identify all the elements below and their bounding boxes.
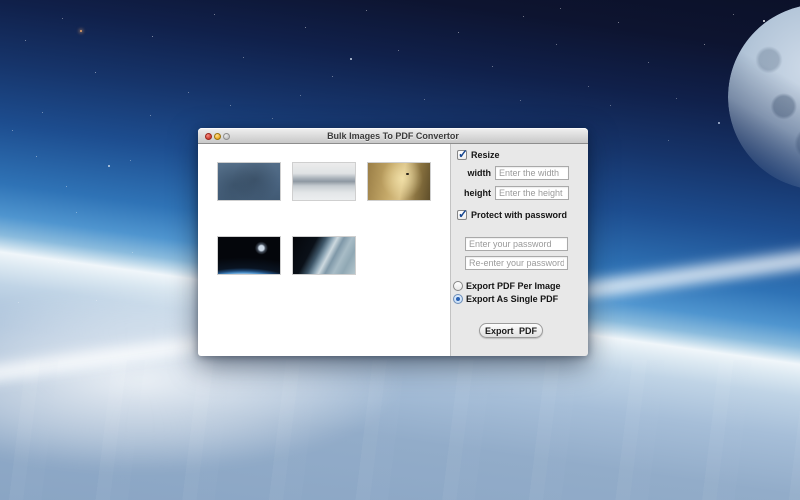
export-single-row: Export As Single PDF xyxy=(453,294,558,304)
export-single-label: Export As Single PDF xyxy=(466,294,558,304)
protect-password-checkbox[interactable] xyxy=(457,210,467,220)
resize-option-row: Resize xyxy=(457,150,500,160)
desktop-wallpaper: Bulk Images To PDF Convertor Resize widt… xyxy=(0,0,800,500)
thumbnail-misty-lake[interactable] xyxy=(292,162,356,201)
protect-option-row: Protect with password xyxy=(457,210,567,220)
thumbnail-world-map-blue[interactable] xyxy=(217,162,281,201)
thumbnail-earth-horizon-moon[interactable] xyxy=(217,236,281,275)
password-input[interactable] xyxy=(465,237,568,251)
thumbnail-earth-orbit-clouds[interactable] xyxy=(292,236,356,275)
moon xyxy=(728,4,800,190)
password-confirm-input[interactable] xyxy=(465,256,568,270)
width-row: width xyxy=(451,166,569,180)
width-label: width xyxy=(451,168,491,178)
height-input[interactable] xyxy=(495,186,569,200)
export-per-image-label: Export PDF Per Image xyxy=(466,281,561,291)
app-window: Bulk Images To PDF Convertor Resize widt… xyxy=(198,128,588,355)
earth-cloud-streaks xyxy=(0,360,800,500)
radio-export-single[interactable] xyxy=(453,294,463,304)
height-label: height xyxy=(451,188,491,198)
export-pdf-button[interactable]: Export PDF xyxy=(479,323,543,338)
export-per-image-row: Export PDF Per Image xyxy=(453,281,561,291)
resize-checkbox[interactable] xyxy=(457,150,467,160)
width-input[interactable] xyxy=(495,166,569,180)
window-content: Resize width height Protect with passwor… xyxy=(198,144,588,356)
thumbnail-golden-cliff-bird[interactable] xyxy=(367,162,431,201)
window-title: Bulk Images To PDF Convertor xyxy=(198,128,588,143)
resize-label: Resize xyxy=(471,150,500,160)
settings-panel: Resize width height Protect with passwor… xyxy=(451,144,588,356)
stars-bright xyxy=(0,0,2,2)
window-titlebar[interactable]: Bulk Images To PDF Convertor xyxy=(198,128,588,144)
protect-password-label: Protect with password xyxy=(471,210,567,220)
image-list xyxy=(198,144,451,356)
height-row: height xyxy=(451,186,569,200)
radio-export-per-image[interactable] xyxy=(453,281,463,291)
orange-star xyxy=(80,30,82,32)
